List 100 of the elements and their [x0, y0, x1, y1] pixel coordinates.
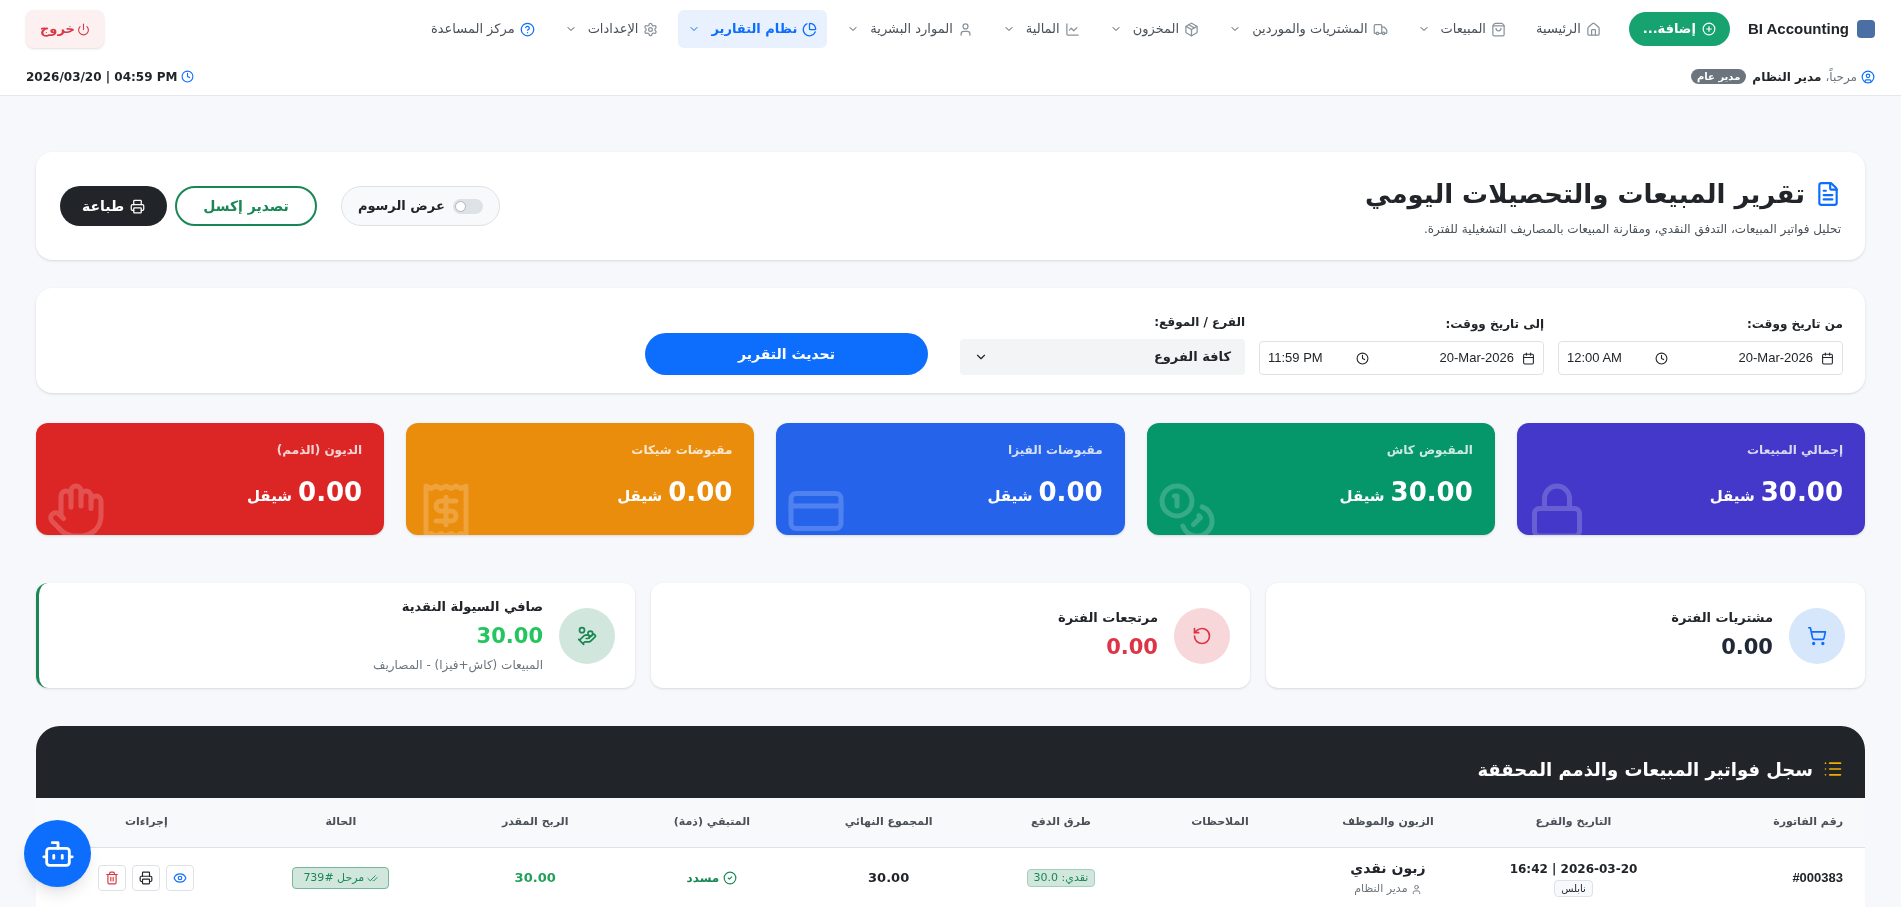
column-header: رقم الفاتورة — [1772, 814, 1843, 831]
print-button[interactable] — [132, 865, 161, 891]
summary-label: مشتريات الفترة — [1671, 609, 1773, 627]
stat-label: إجمالي المبيعات — [1746, 442, 1843, 459]
clock-icon — [181, 70, 195, 83]
calendar-icon — [1522, 351, 1535, 365]
plus-icon — [1701, 22, 1716, 36]
settings-icon — [643, 21, 659, 37]
column-header: الملاحظات — [1190, 814, 1250, 831]
stat-label: مقبوضات شيكات — [630, 442, 733, 459]
column-header: إجراءات — [124, 814, 169, 831]
remaining-status: مسدد — [623, 869, 801, 887]
stat-value: 0.00 — [298, 476, 363, 509]
box-icon — [1184, 21, 1200, 37]
summary-value: 0.00 — [1105, 633, 1158, 661]
document-icon — [1815, 181, 1841, 207]
time-field[interactable]: 12:00 AM — [1567, 348, 1647, 368]
currency: شيقل — [247, 486, 293, 507]
time-field[interactable]: 11:59 PM — [1268, 348, 1348, 368]
truck-icon — [1372, 21, 1388, 37]
pie-chart-icon — [802, 21, 818, 37]
currency: شيقل — [987, 486, 1033, 507]
nav-item[interactable]: الموارد البشرية — [837, 10, 983, 48]
calendar-icon — [1821, 351, 1834, 365]
list-icon — [1823, 759, 1843, 779]
clock-icon — [1356, 351, 1369, 365]
check-circle-icon — [723, 871, 738, 885]
nav-item[interactable]: المخزون — [1099, 10, 1210, 48]
invoice-datetime: 2026-03-20 | 16:42 — [1509, 860, 1638, 878]
export-button[interactable]: تصدير إكسل — [175, 186, 317, 226]
clock-icon — [1655, 351, 1668, 365]
printer-icon — [139, 871, 154, 885]
column-header: التاريخ والفرع — [1534, 814, 1613, 831]
profit: 30.00 — [513, 869, 557, 888]
customer-name: زبون نقدي — [1350, 859, 1426, 879]
stat-label: المقبوض كاش — [1385, 442, 1473, 459]
help-icon — [519, 21, 535, 37]
nav-item[interactable]: مركز المساعدة — [420, 10, 545, 48]
nav-item[interactable]: الإعدادات — [554, 10, 669, 48]
filter-label: من تاريخ ووقت: — [1746, 316, 1843, 333]
eye-icon — [173, 871, 188, 885]
logo-icon — [1857, 20, 1875, 38]
nav-item[interactable]: نظام التقارير — [678, 10, 828, 48]
nav-item[interactable]: المبيعات — [1407, 10, 1516, 48]
line-chart-icon — [1064, 21, 1080, 37]
nav-item[interactable]: المشتريات والموردين — [1219, 10, 1398, 48]
table-title: سجل فواتير المبيعات والذمم المحققة — [1477, 757, 1813, 783]
stat-value: 0.00 — [1038, 476, 1103, 509]
view-button[interactable] — [166, 865, 195, 891]
user-name: مدير النظام — [1752, 68, 1822, 86]
employee-name: مدير النظام — [1354, 881, 1408, 898]
summary-note: المبيعات (كاش+فيزا) - المصاريف — [373, 657, 543, 674]
summary-label: صافي السيولة النقدية — [400, 598, 543, 616]
update-report-button[interactable]: تحديث التقرير — [645, 333, 928, 375]
hand-icon — [46, 481, 106, 535]
logout-button[interactable]: خروج — [26, 10, 104, 48]
branch-select[interactable]: كافة الفروع — [960, 339, 1245, 375]
stat-value: 0.00 — [668, 476, 733, 509]
currency: شيقل — [617, 486, 663, 507]
user-icon — [1410, 884, 1422, 895]
user-icon — [1861, 69, 1875, 84]
column-header: المتبقي (ذمة) — [672, 814, 752, 831]
page-subtitle: تحليل فواتير المبيعات، التدفق النقدي، ومقارنة المبيعات بالمصاريف التشغيلية للفترة. — [1422, 220, 1841, 238]
payment-tag: نقدي: 30.0 — [1026, 868, 1096, 888]
currency: شيقل — [1339, 486, 1385, 507]
branch-tag: نابلس — [1554, 879, 1593, 897]
stat-value: 30.00 — [1760, 476, 1843, 509]
trash-icon — [105, 871, 120, 885]
stat-label: مقبوضات الفيزا — [1007, 442, 1103, 459]
double-check-icon — [367, 872, 379, 884]
filter-label: إلى تاريخ ووقت: — [1444, 316, 1544, 333]
money-hand-icon — [577, 625, 597, 646]
nav-item[interactable]: المالية — [992, 10, 1090, 48]
page-title: تقرير المبيعات والتحصيلات اليومي — [1365, 177, 1805, 212]
date-field[interactable]: 20-Mar-2026 — [1738, 348, 1813, 368]
print-button[interactable]: طباعة — [60, 186, 168, 226]
currency: شيقل — [1709, 486, 1755, 507]
delete-button[interactable] — [98, 865, 127, 891]
status-text: مرحل #739 — [303, 869, 365, 886]
home-icon — [1585, 21, 1601, 37]
column-header: المجموع النهائي — [843, 814, 934, 831]
stat-label: الديون (الذمم) — [275, 442, 363, 459]
user-icon — [957, 21, 973, 37]
filter-label: الفرع / الموقع: — [1153, 314, 1245, 331]
role-badge: مدير عام — [1691, 69, 1747, 84]
summary-value: 30.00 — [475, 622, 543, 650]
stat-value: 30.00 — [1390, 476, 1473, 509]
column-header: طرق الدفع — [1030, 814, 1092, 831]
printer-icon — [130, 198, 146, 214]
charts-toggle[interactable]: عرض الرسوم — [340, 186, 500, 226]
brand-name: BI Accounting — [1747, 18, 1849, 39]
date-field[interactable]: 20-Mar-2026 — [1439, 348, 1514, 368]
cart-icon — [1807, 625, 1827, 646]
nav-item[interactable]: الرئيسية — [1526, 10, 1611, 48]
invoice-number: #000383 — [1791, 869, 1843, 888]
bag-icon — [1491, 21, 1506, 37]
greeting: مرحباً، — [1825, 67, 1857, 86]
invoice-total: 30.00 — [867, 869, 911, 888]
date-time: 2026/03/20 | 04:59 PM — [26, 68, 178, 86]
power-icon — [76, 22, 90, 36]
